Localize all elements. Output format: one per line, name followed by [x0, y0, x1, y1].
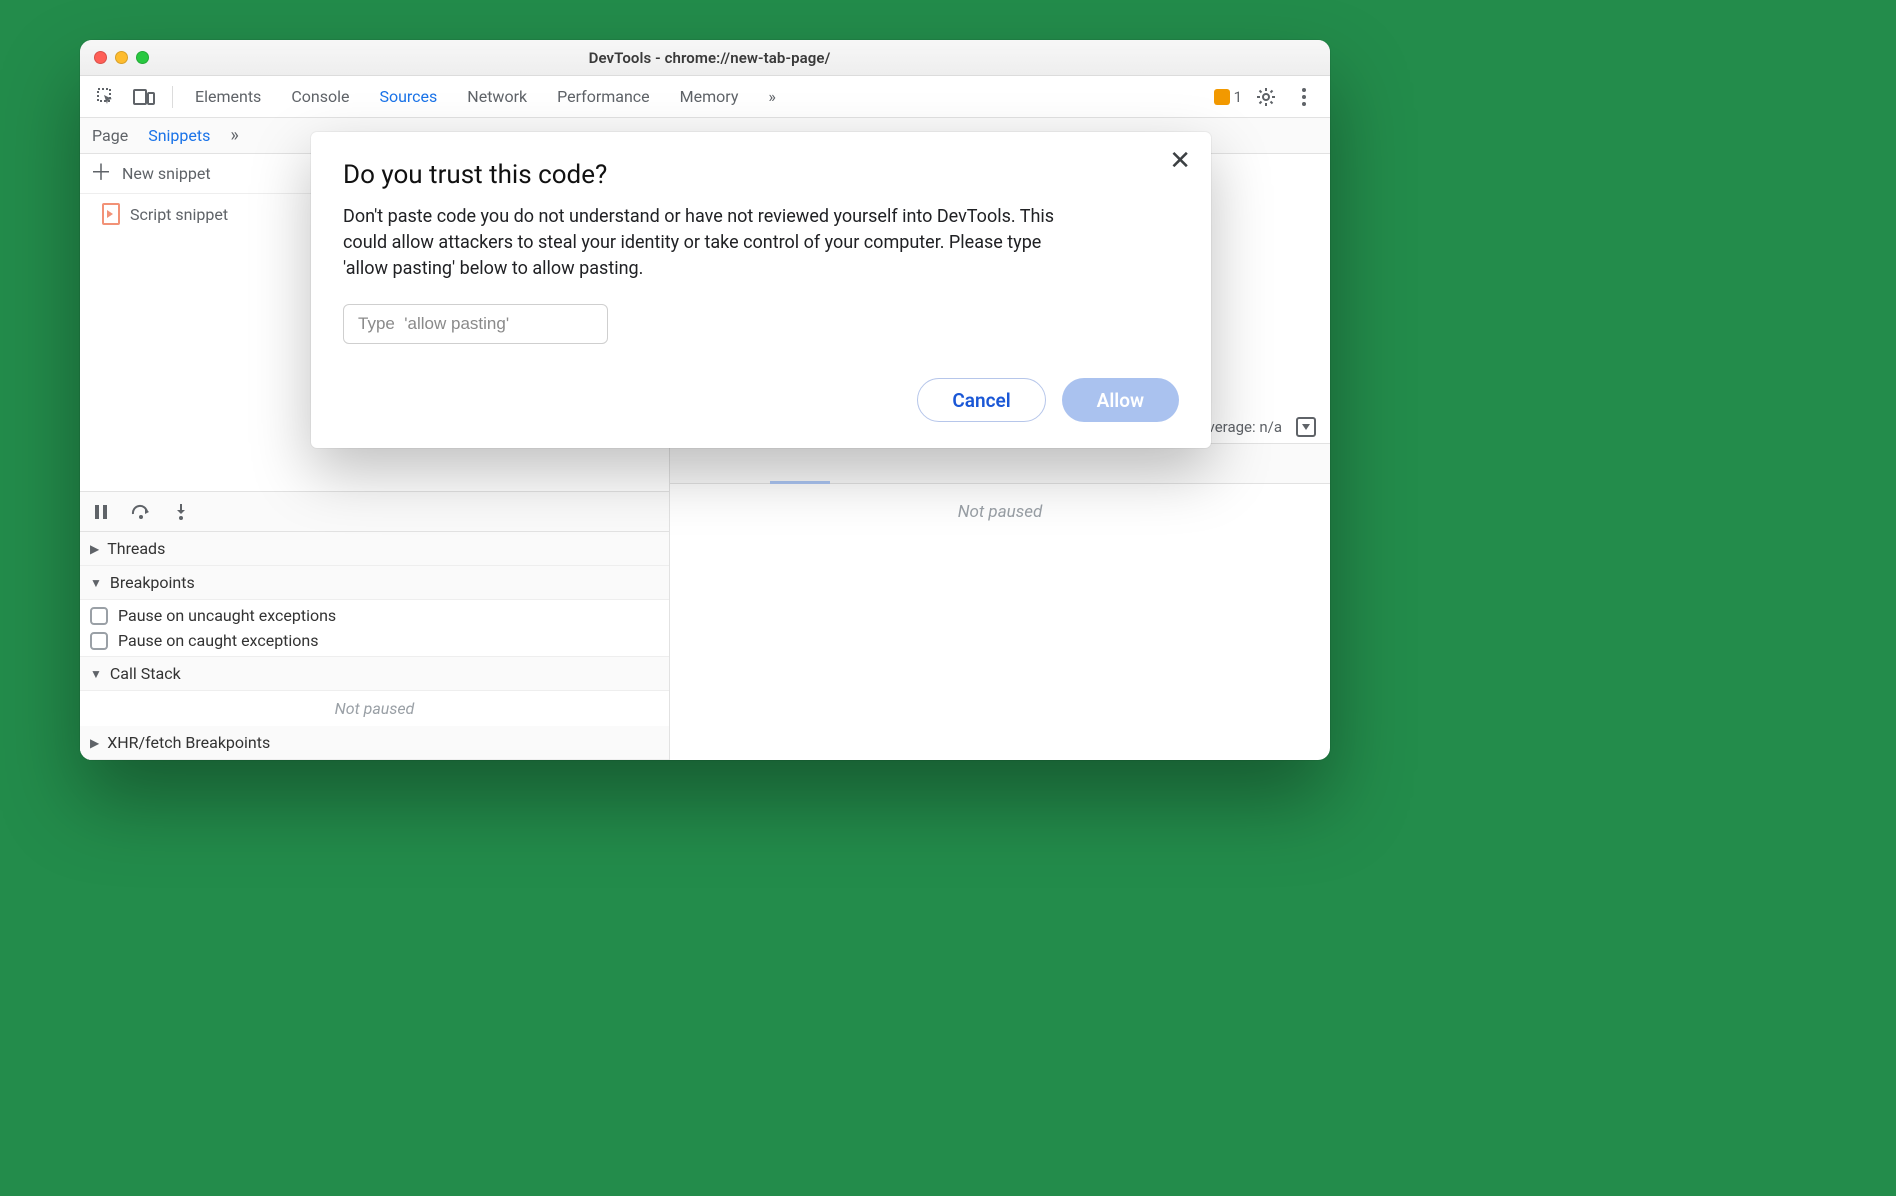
- snippet-file-icon: [102, 203, 120, 225]
- chevron-right-icon: ▶: [90, 736, 99, 750]
- dialog-title: Do you trust this code?: [343, 160, 1179, 190]
- tab-console[interactable]: Console: [291, 87, 349, 106]
- titlebar: DevTools - chrome://new-tab-page/: [80, 40, 1330, 76]
- allow-pasting-input[interactable]: [343, 304, 608, 344]
- close-window-button[interactable]: [94, 51, 107, 64]
- breakpoints-label: Breakpoints: [110, 573, 195, 592]
- plus-icon: ＋: [90, 163, 112, 185]
- breakpoints-body: Pause on uncaught exceptions Pause on ca…: [80, 600, 669, 657]
- dialog-actions: Cancel Allow: [343, 378, 1179, 422]
- dialog-body: Don't paste code you do not understand o…: [343, 204, 1083, 282]
- subtab-snippets[interactable]: Snippets: [148, 126, 210, 145]
- subtabs-more-icon[interactable]: »: [230, 125, 238, 146]
- devtools-window: DevTools - chrome://new-tab-page/ Elemen…: [80, 40, 1330, 760]
- settings-gear-icon[interactable]: [1252, 83, 1280, 111]
- xhr-breakpoints-label: XHR/fetch Breakpoints: [107, 733, 270, 752]
- close-icon[interactable]: ✕: [1169, 148, 1191, 174]
- window-title: DevTools - chrome://new-tab-page/: [163, 49, 1256, 67]
- cancel-button[interactable]: Cancel: [917, 378, 1045, 422]
- call-stack-label: Call Stack: [110, 664, 181, 683]
- tab-network[interactable]: Network: [467, 87, 527, 106]
- tab-sources[interactable]: Sources: [379, 87, 437, 106]
- pause-icon[interactable]: [90, 501, 112, 523]
- pause-uncaught-checkbox[interactable]: Pause on uncaught exceptions: [90, 606, 659, 625]
- tab-memory[interactable]: Memory: [680, 87, 739, 106]
- new-snippet-label: New snippet: [122, 164, 211, 183]
- warning-count-value: 1: [1234, 88, 1242, 106]
- call-stack-section[interactable]: ▼ Call Stack: [80, 657, 669, 691]
- pause-uncaught-label: Pause on uncaught exceptions: [118, 606, 336, 625]
- panel-tabs-row: Elements Console Sources Network Perform…: [80, 76, 1330, 118]
- chevron-right-icon: ▶: [90, 542, 99, 556]
- warning-icon: [1214, 89, 1230, 105]
- step-into-icon[interactable]: [170, 501, 192, 523]
- divider: [172, 86, 173, 108]
- tabs-more-icon[interactable]: »: [768, 87, 776, 106]
- device-toolbar-icon[interactable]: [130, 83, 158, 111]
- bottom-tabbar: [670, 444, 1330, 484]
- panel-tabs: Elements Console Sources Network Perform…: [195, 87, 1204, 106]
- step-over-icon[interactable]: [130, 501, 152, 523]
- threads-label: Threads: [107, 539, 165, 558]
- chevron-down-icon: ▼: [90, 667, 102, 681]
- minimize-window-button[interactable]: [115, 51, 128, 64]
- debugger-toolbar: [80, 492, 669, 532]
- pause-caught-checkbox[interactable]: Pause on caught exceptions: [90, 631, 659, 650]
- chevron-down-icon: ▼: [90, 576, 102, 590]
- xhr-breakpoints-section[interactable]: ▶ XHR/fetch Breakpoints: [80, 726, 669, 760]
- subtab-page[interactable]: Page: [92, 126, 128, 145]
- trust-code-dialog: ✕ Do you trust this code? Don't paste co…: [311, 132, 1211, 448]
- tab-elements[interactable]: Elements: [195, 87, 261, 106]
- kebab-menu-icon[interactable]: [1290, 83, 1318, 111]
- snippet-item-label: Script snippet: [130, 205, 228, 224]
- active-subpanel-underline: [770, 481, 830, 484]
- allow-button[interactable]: Allow: [1062, 378, 1179, 422]
- coverage-dropdown-icon[interactable]: [1296, 417, 1316, 437]
- threads-section[interactable]: ▶ Threads: [80, 532, 669, 566]
- warnings-count[interactable]: 1: [1214, 88, 1242, 106]
- call-stack-not-paused: Not paused: [80, 691, 669, 726]
- checkbox-icon: [90, 607, 108, 625]
- traffic-lights: [94, 51, 149, 64]
- pause-caught-label: Pause on caught exceptions: [118, 631, 319, 650]
- right-tools: 1: [1214, 83, 1318, 111]
- right-not-paused: Not paused: [670, 484, 1330, 760]
- checkbox-icon: [90, 632, 108, 650]
- breakpoints-section[interactable]: ▼ Breakpoints: [80, 566, 669, 600]
- tab-performance[interactable]: Performance: [557, 87, 650, 106]
- inspect-element-icon[interactable]: [92, 83, 120, 111]
- zoom-window-button[interactable]: [136, 51, 149, 64]
- debugger-sidebar: ▶ Threads ▼ Breakpoints Pause on uncaugh…: [80, 532, 669, 760]
